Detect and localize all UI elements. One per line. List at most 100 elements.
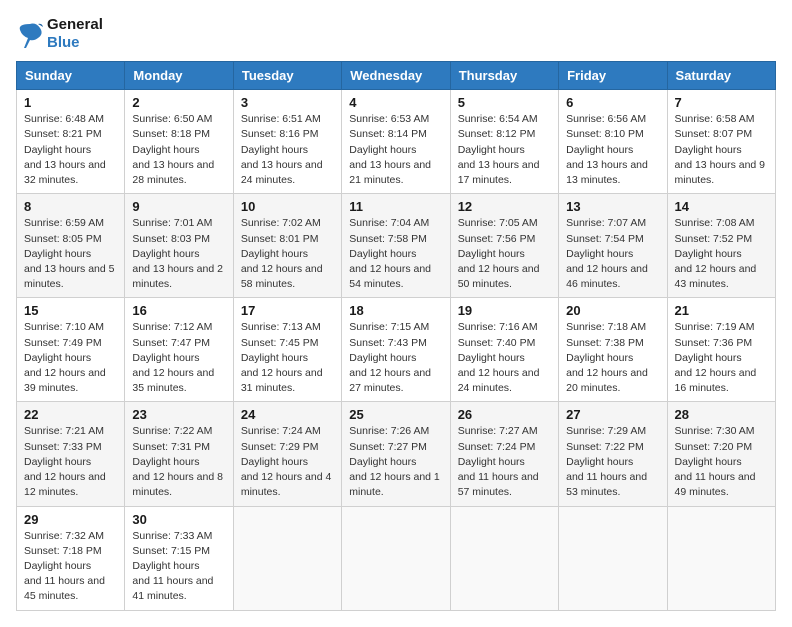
day-cell-22: 22 Sunrise: 7:21 AM Sunset: 7:33 PM Dayl… (17, 402, 125, 506)
day-number: 20 (566, 303, 659, 318)
day-number: 24 (241, 407, 334, 422)
day-cell-12: 12 Sunrise: 7:05 AM Sunset: 7:56 PM Dayl… (450, 194, 558, 298)
day-number: 13 (566, 199, 659, 214)
day-number: 15 (24, 303, 117, 318)
day-cell-27: 27 Sunrise: 7:29 AM Sunset: 7:22 PM Dayl… (559, 402, 667, 506)
day-detail: Sunrise: 7:30 AM Sunset: 7:20 PM Dayligh… (675, 424, 768, 500)
logo: General Blue (16, 16, 103, 51)
day-detail: Sunrise: 7:10 AM Sunset: 7:49 PM Dayligh… (24, 320, 117, 396)
day-detail: Sunrise: 7:27 AM Sunset: 7:24 PM Dayligh… (458, 424, 551, 500)
day-detail: Sunrise: 7:12 AM Sunset: 7:47 PM Dayligh… (132, 320, 225, 396)
day-detail: Sunrise: 7:07 AM Sunset: 7:54 PM Dayligh… (566, 216, 659, 292)
day-number: 14 (675, 199, 768, 214)
day-number: 7 (675, 95, 768, 110)
day-detail: Sunrise: 6:56 AM Sunset: 8:10 PM Dayligh… (566, 112, 659, 188)
week-row-1: 1 Sunrise: 6:48 AM Sunset: 8:21 PM Dayli… (17, 90, 776, 194)
week-row-3: 15 Sunrise: 7:10 AM Sunset: 7:49 PM Dayl… (17, 298, 776, 402)
day-cell-19: 19 Sunrise: 7:16 AM Sunset: 7:40 PM Dayl… (450, 298, 558, 402)
day-number: 22 (24, 407, 117, 422)
day-detail: Sunrise: 7:29 AM Sunset: 7:22 PM Dayligh… (566, 424, 659, 500)
day-detail: Sunrise: 7:13 AM Sunset: 7:45 PM Dayligh… (241, 320, 334, 396)
logo-container: General Blue (16, 16, 103, 51)
day-number: 27 (566, 407, 659, 422)
day-number: 19 (458, 303, 551, 318)
day-detail: Sunrise: 6:54 AM Sunset: 8:12 PM Dayligh… (458, 112, 551, 188)
calendar-table: SundayMondayTuesdayWednesdayThursdayFrid… (16, 61, 776, 610)
day-detail: Sunrise: 7:24 AM Sunset: 7:29 PM Dayligh… (241, 424, 334, 500)
day-cell-7: 7 Sunrise: 6:58 AM Sunset: 8:07 PM Dayli… (667, 90, 775, 194)
day-number: 1 (24, 95, 117, 110)
day-cell-5: 5 Sunrise: 6:54 AM Sunset: 8:12 PM Dayli… (450, 90, 558, 194)
day-cell-29: 29 Sunrise: 7:32 AM Sunset: 7:18 PM Dayl… (17, 506, 125, 610)
day-detail: Sunrise: 7:21 AM Sunset: 7:33 PM Dayligh… (24, 424, 117, 500)
day-number: 30 (132, 512, 225, 527)
day-cell-21: 21 Sunrise: 7:19 AM Sunset: 7:36 PM Dayl… (667, 298, 775, 402)
day-number: 26 (458, 407, 551, 422)
empty-cell (342, 506, 450, 610)
week-row-5: 29 Sunrise: 7:32 AM Sunset: 7:18 PM Dayl… (17, 506, 776, 610)
calendar-header-row: SundayMondayTuesdayWednesdayThursdayFrid… (17, 62, 776, 90)
day-header-monday: Monday (125, 62, 233, 90)
day-number: 16 (132, 303, 225, 318)
day-number: 21 (675, 303, 768, 318)
day-detail: Sunrise: 6:50 AM Sunset: 8:18 PM Dayligh… (132, 112, 225, 188)
day-number: 5 (458, 95, 551, 110)
day-cell-23: 23 Sunrise: 7:22 AM Sunset: 7:31 PM Dayl… (125, 402, 233, 506)
day-detail: Sunrise: 6:48 AM Sunset: 8:21 PM Dayligh… (24, 112, 117, 188)
day-detail: Sunrise: 7:02 AM Sunset: 8:01 PM Dayligh… (241, 216, 334, 292)
day-detail: Sunrise: 7:32 AM Sunset: 7:18 PM Dayligh… (24, 529, 117, 605)
day-cell-6: 6 Sunrise: 6:56 AM Sunset: 8:10 PM Dayli… (559, 90, 667, 194)
day-cell-3: 3 Sunrise: 6:51 AM Sunset: 8:16 PM Dayli… (233, 90, 341, 194)
day-detail: Sunrise: 7:15 AM Sunset: 7:43 PM Dayligh… (349, 320, 442, 396)
day-cell-24: 24 Sunrise: 7:24 AM Sunset: 7:29 PM Dayl… (233, 402, 341, 506)
day-cell-4: 4 Sunrise: 6:53 AM Sunset: 8:14 PM Dayli… (342, 90, 450, 194)
day-number: 11 (349, 199, 442, 214)
day-detail: Sunrise: 6:53 AM Sunset: 8:14 PM Dayligh… (349, 112, 442, 188)
logo-bird-icon (16, 20, 44, 48)
logo-blue: Blue (47, 34, 80, 51)
day-header-sunday: Sunday (17, 62, 125, 90)
day-detail: Sunrise: 7:19 AM Sunset: 7:36 PM Dayligh… (675, 320, 768, 396)
day-number: 4 (349, 95, 442, 110)
day-number: 29 (24, 512, 117, 527)
day-cell-9: 9 Sunrise: 7:01 AM Sunset: 8:03 PM Dayli… (125, 194, 233, 298)
day-cell-8: 8 Sunrise: 6:59 AM Sunset: 8:05 PM Dayli… (17, 194, 125, 298)
day-detail: Sunrise: 7:22 AM Sunset: 7:31 PM Dayligh… (132, 424, 225, 500)
day-detail: Sunrise: 7:04 AM Sunset: 7:58 PM Dayligh… (349, 216, 442, 292)
empty-cell (450, 506, 558, 610)
day-number: 25 (349, 407, 442, 422)
day-cell-11: 11 Sunrise: 7:04 AM Sunset: 7:58 PM Dayl… (342, 194, 450, 298)
day-number: 17 (241, 303, 334, 318)
day-detail: Sunrise: 6:59 AM Sunset: 8:05 PM Dayligh… (24, 216, 117, 292)
day-cell-10: 10 Sunrise: 7:02 AM Sunset: 8:01 PM Dayl… (233, 194, 341, 298)
day-number: 3 (241, 95, 334, 110)
week-row-4: 22 Sunrise: 7:21 AM Sunset: 7:33 PM Dayl… (17, 402, 776, 506)
calendar-body: 1 Sunrise: 6:48 AM Sunset: 8:21 PM Dayli… (17, 90, 776, 610)
day-number: 23 (132, 407, 225, 422)
page-header: General Blue (16, 16, 776, 51)
day-cell-25: 25 Sunrise: 7:26 AM Sunset: 7:27 PM Dayl… (342, 402, 450, 506)
day-number: 18 (349, 303, 442, 318)
empty-cell (233, 506, 341, 610)
day-detail: Sunrise: 7:33 AM Sunset: 7:15 PM Dayligh… (132, 529, 225, 605)
empty-cell (667, 506, 775, 610)
day-detail: Sunrise: 7:05 AM Sunset: 7:56 PM Dayligh… (458, 216, 551, 292)
day-detail: Sunrise: 6:51 AM Sunset: 8:16 PM Dayligh… (241, 112, 334, 188)
day-cell-28: 28 Sunrise: 7:30 AM Sunset: 7:20 PM Dayl… (667, 402, 775, 506)
day-cell-30: 30 Sunrise: 7:33 AM Sunset: 7:15 PM Dayl… (125, 506, 233, 610)
day-cell-17: 17 Sunrise: 7:13 AM Sunset: 7:45 PM Dayl… (233, 298, 341, 402)
day-number: 8 (24, 199, 117, 214)
week-row-2: 8 Sunrise: 6:59 AM Sunset: 8:05 PM Dayli… (17, 194, 776, 298)
day-cell-26: 26 Sunrise: 7:27 AM Sunset: 7:24 PM Dayl… (450, 402, 558, 506)
day-number: 12 (458, 199, 551, 214)
day-detail: Sunrise: 7:08 AM Sunset: 7:52 PM Dayligh… (675, 216, 768, 292)
day-cell-16: 16 Sunrise: 7:12 AM Sunset: 7:47 PM Dayl… (125, 298, 233, 402)
day-number: 28 (675, 407, 768, 422)
day-cell-1: 1 Sunrise: 6:48 AM Sunset: 8:21 PM Dayli… (17, 90, 125, 194)
day-detail: Sunrise: 6:58 AM Sunset: 8:07 PM Dayligh… (675, 112, 768, 188)
empty-cell (559, 506, 667, 610)
day-number: 6 (566, 95, 659, 110)
day-cell-18: 18 Sunrise: 7:15 AM Sunset: 7:43 PM Dayl… (342, 298, 450, 402)
day-header-tuesday: Tuesday (233, 62, 341, 90)
day-detail: Sunrise: 7:18 AM Sunset: 7:38 PM Dayligh… (566, 320, 659, 396)
